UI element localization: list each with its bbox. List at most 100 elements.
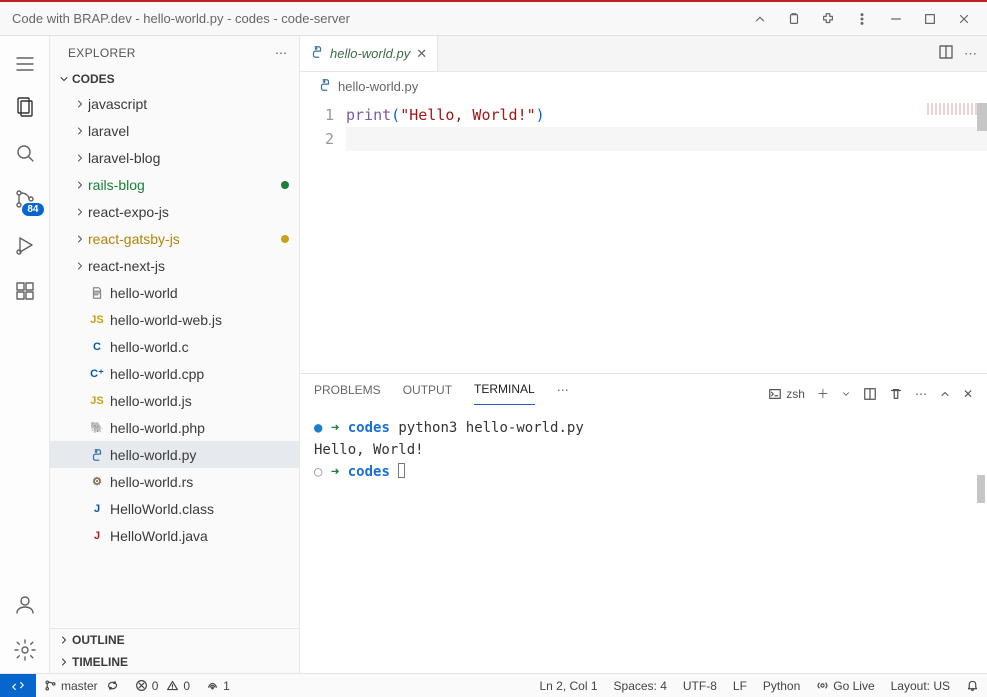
close-button[interactable] bbox=[949, 5, 979, 33]
status-language[interactable]: Python bbox=[755, 679, 808, 693]
run-debug-activity[interactable] bbox=[0, 222, 50, 268]
kebab-menu-icon[interactable] bbox=[847, 5, 877, 33]
file-hello-world[interactable]: hello-world bbox=[50, 279, 299, 306]
item-label: hello-world-web.js bbox=[110, 312, 299, 328]
remote-indicator[interactable] bbox=[0, 674, 36, 697]
breadcrumb[interactable]: hello-world.py bbox=[300, 72, 987, 101]
editor-scrollbar[interactable] bbox=[977, 101, 987, 373]
folder-laravel-blog[interactable]: laravel-blog bbox=[50, 144, 299, 171]
item-label: react-next-js bbox=[88, 258, 299, 274]
panel-more-icon[interactable]: ⋯ bbox=[557, 383, 569, 405]
extension-icon[interactable] bbox=[813, 5, 843, 33]
git-modified-dot bbox=[281, 181, 289, 189]
explorer-activity[interactable] bbox=[0, 84, 50, 130]
item-label: hello-world.c bbox=[110, 339, 299, 355]
close-panel-icon[interactable]: ✕ bbox=[963, 387, 973, 401]
editor-area: hello-world.py ✕ ⋯ hello-world.py 12 pri… bbox=[300, 36, 987, 673]
item-label: react-gatsby-js bbox=[88, 231, 281, 247]
item-label: hello-world.php bbox=[110, 420, 299, 436]
settings-gear-icon[interactable] bbox=[0, 627, 50, 673]
item-label: rails-blog bbox=[88, 177, 281, 193]
file-hello-world-cpp[interactable]: C⁺hello-world.cpp bbox=[50, 360, 299, 387]
file-hello-world-php[interactable]: 🐘 hello-world.php bbox=[50, 414, 299, 441]
status-ports[interactable]: 1 bbox=[198, 679, 238, 693]
terminal-shell-select[interactable]: zsh bbox=[768, 387, 805, 401]
kill-terminal-icon[interactable] bbox=[889, 387, 903, 401]
python-icon bbox=[318, 78, 332, 95]
section-label: CODES bbox=[72, 72, 115, 86]
folder-react-gatsby-js[interactable]: react-gatsby-js bbox=[50, 225, 299, 252]
scm-activity[interactable]: 84 bbox=[0, 176, 50, 222]
status-bell-icon[interactable] bbox=[958, 679, 987, 692]
maximize-button[interactable] bbox=[915, 5, 945, 33]
clipboard-icon[interactable] bbox=[779, 5, 809, 33]
extensions-activity[interactable] bbox=[0, 268, 50, 314]
new-terminal-icon[interactable]: ＋ bbox=[817, 385, 829, 402]
chevron-right-icon bbox=[72, 179, 88, 191]
c-icon: C bbox=[88, 341, 106, 353]
file-helloworld-class[interactable]: J HelloWorld.class bbox=[50, 495, 299, 522]
search-activity[interactable] bbox=[0, 130, 50, 176]
tab-terminal[interactable]: TERMINAL bbox=[474, 382, 535, 405]
terminal-body[interactable]: ● ➜ codes python3 hello-world.py Hello, … bbox=[300, 405, 987, 673]
explorer-sidebar: EXPLORER ⋯ CODES javascript laravellarave… bbox=[50, 36, 300, 673]
tab-output[interactable]: OUTPUT bbox=[403, 383, 452, 405]
minimize-button[interactable] bbox=[881, 5, 911, 33]
status-eol[interactable]: LF bbox=[725, 679, 755, 693]
terminal-scrollbar[interactable] bbox=[977, 475, 985, 503]
section-outline[interactable]: OUTLINE bbox=[50, 629, 299, 651]
sidebar-title: EXPLORER bbox=[68, 46, 275, 60]
rs-icon: ⚙ bbox=[88, 475, 106, 488]
file-hello-world-rs[interactable]: ⚙hello-world.rs bbox=[50, 468, 299, 495]
status-encoding[interactable]: UTF-8 bbox=[675, 679, 725, 693]
file-hello-world-js[interactable]: JS hello-world.js bbox=[50, 387, 299, 414]
status-layout[interactable]: Layout: US bbox=[883, 679, 958, 693]
section-codes[interactable]: CODES bbox=[50, 68, 299, 90]
js-icon: JS bbox=[88, 314, 106, 326]
window-titlebar: Code with BRAP.dev - hello-world.py - co… bbox=[0, 0, 987, 36]
txt-icon bbox=[88, 286, 106, 300]
py-icon bbox=[88, 448, 106, 462]
status-golive[interactable]: Go Live bbox=[808, 679, 882, 693]
editor-more-icon[interactable]: ⋯ bbox=[964, 46, 977, 62]
folder-laravel[interactable]: laravel bbox=[50, 117, 299, 144]
minimap[interactable] bbox=[927, 103, 979, 115]
chevron-right-icon bbox=[72, 125, 88, 137]
terminal-dropdown-icon[interactable] bbox=[841, 389, 851, 399]
file-hello-world-c[interactable]: Chello-world.c bbox=[50, 333, 299, 360]
status-problems[interactable]: 0 0 bbox=[127, 679, 198, 693]
panel-overflow-icon[interactable]: ⋯ bbox=[915, 387, 927, 401]
file-helloworld-java[interactable]: JHelloWorld.java bbox=[50, 522, 299, 549]
js-icon: JS bbox=[88, 395, 106, 407]
git-untracked-dot bbox=[281, 235, 289, 243]
status-branch[interactable]: master bbox=[36, 679, 127, 693]
sidebar-more-icon[interactable]: ⋯ bbox=[275, 46, 287, 60]
chevron-down-button[interactable] bbox=[745, 5, 775, 33]
section-timeline[interactable]: TIMELINE bbox=[50, 651, 299, 673]
maximize-panel-icon[interactable] bbox=[939, 388, 951, 400]
file-hello-world-py[interactable]: hello-world.py bbox=[50, 441, 299, 468]
code-editor[interactable]: 12 print("Hello, World!") bbox=[300, 101, 987, 373]
tab-hello-world-py[interactable]: hello-world.py ✕ bbox=[300, 36, 438, 71]
split-editor-icon[interactable] bbox=[938, 44, 954, 63]
class-icon: J bbox=[88, 503, 106, 515]
cpp-icon: C⁺ bbox=[88, 367, 106, 380]
menu-icon[interactable] bbox=[0, 44, 50, 84]
item-label: hello-world.js bbox=[110, 393, 299, 409]
tab-problems[interactable]: PROBLEMS bbox=[314, 383, 381, 405]
folder-rails-blog[interactable]: rails-blog bbox=[50, 171, 299, 198]
tab-close-icon[interactable]: ✕ bbox=[416, 46, 427, 62]
item-label: javascript bbox=[88, 96, 299, 112]
folder-react-next-js[interactable]: react-next-js bbox=[50, 252, 299, 279]
account-icon[interactable] bbox=[0, 581, 50, 627]
chevron-right-icon bbox=[72, 98, 88, 110]
chevron-right-icon bbox=[72, 233, 88, 245]
status-cursor[interactable]: Ln 2, Col 1 bbox=[531, 679, 605, 693]
folder-javascript[interactable]: javascript bbox=[50, 90, 299, 117]
php-icon: 🐘 bbox=[88, 421, 106, 434]
status-spaces[interactable]: Spaces: 4 bbox=[606, 679, 675, 693]
folder-react-expo-js[interactable]: react-expo-js bbox=[50, 198, 299, 225]
split-terminal-icon[interactable] bbox=[863, 387, 877, 401]
item-label: HelloWorld.class bbox=[110, 501, 299, 517]
file-hello-world-web-js[interactable]: JS hello-world-web.js bbox=[50, 306, 299, 333]
